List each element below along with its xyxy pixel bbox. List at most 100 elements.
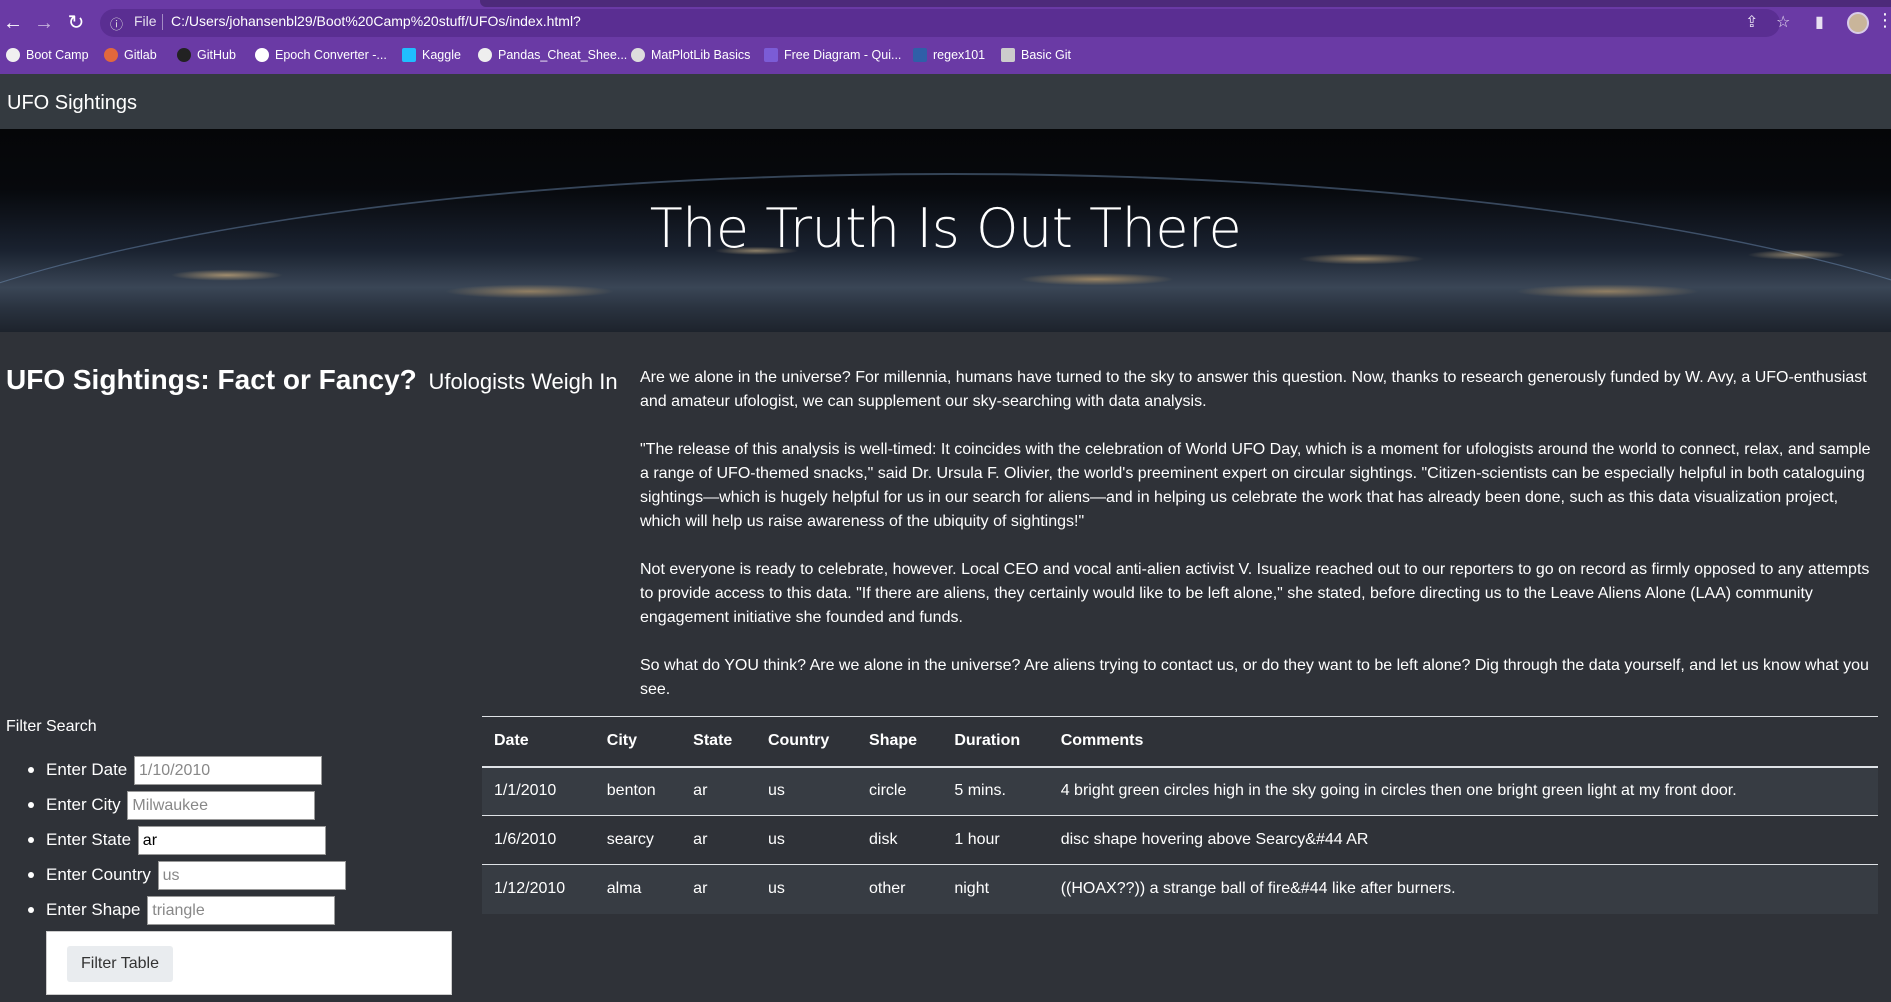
article-paragraph: Are we alone in the universe? For millen… (640, 369, 1867, 410)
bookmark-label: Boot Camp (26, 48, 89, 62)
ufo-table: Date City State Country Shape Duration C… (482, 716, 1878, 914)
navbar-brand[interactable]: UFO Sightings (7, 92, 137, 115)
table-cell: ((HOAX??)) a strange ball of fire&#44 li… (1060, 880, 1456, 898)
table-cell: ar (681, 766, 756, 816)
table-header-row: Date City State Country Shape Duration C… (482, 716, 1878, 768)
side-panel-icon[interactable]: ▮ (1815, 12, 1824, 32)
profile-avatar[interactable] (1847, 12, 1869, 34)
filter-list: Enter Date Enter City Enter State Enter … (26, 755, 346, 930)
headline-main: UFO Sightings: Fact or Fancy? (6, 364, 417, 395)
bookmark-gitlab[interactable]: Gitlab (104, 44, 157, 66)
bookmark-label: MatPlotLib Basics (651, 48, 751, 62)
bookmarks-bar: Boot Camp Gitlab GitHub Epoch Converter … (0, 44, 1891, 66)
filter-table-button[interactable]: Filter Table (67, 946, 173, 982)
bookmark-pandas[interactable]: Pandas_Cheat_Shee... (478, 44, 627, 66)
column-header[interactable]: State (681, 716, 756, 768)
bookmark-free-diagram[interactable]: Free Diagram - Qui... (764, 44, 901, 66)
info-icon[interactable]: ⓘ (110, 14, 123, 33)
table-cell: other (869, 880, 906, 898)
filter-country-label: Enter Country (46, 865, 151, 884)
table-cell: searcy (594, 815, 682, 865)
table-cell: disc shape hovering above Searcy&#44 AR (1048, 815, 1878, 865)
globe-icon (478, 48, 492, 62)
bookmark-label: GitHub (197, 48, 236, 62)
filter-shape-label: Enter Shape (46, 900, 141, 919)
table-cell: 5 mins. (942, 766, 1049, 816)
tab-strip (480, 0, 1891, 7)
table-cell: us (755, 766, 858, 816)
bookmark-regex101[interactable]: regex101 (913, 44, 985, 66)
diagram-icon (764, 48, 778, 62)
url-text[interactable]: C:/Users/johansenbl29/Boot%20Camp%20stuf… (171, 13, 581, 29)
shape-input[interactable] (147, 896, 336, 926)
article-paragraph: "The release of this analysis is well-ti… (640, 441, 1871, 530)
country-input[interactable] (157, 861, 346, 891)
globe-icon (631, 48, 645, 62)
article-headline: UFO Sightings: Fact or Fancy? Ufologists… (6, 364, 618, 396)
table-cell: ar (681, 815, 756, 865)
forward-icon[interactable]: → (31, 10, 57, 36)
table-cell: ar (693, 880, 708, 898)
git-icon (1001, 48, 1015, 62)
table-row: 1/1/2010 benton ar us circle 5 mins. 4 b… (482, 766, 1878, 816)
table-cell: circle (857, 766, 943, 816)
table-cell: 1/1/2010 (482, 766, 595, 816)
back-icon[interactable]: ← (0, 10, 26, 36)
column-header[interactable]: Comments (1048, 716, 1878, 768)
table-cell: 4 bright green circles high in the sky g… (1048, 766, 1878, 816)
bookmark-basic-git[interactable]: Basic Git (1001, 44, 1071, 66)
reload-icon[interactable]: ↻ (63, 10, 89, 36)
column-header[interactable]: Shape (857, 716, 943, 768)
filter-date-item: Enter Date (26, 755, 346, 790)
city-input[interactable] (127, 791, 316, 821)
gitlab-icon (104, 48, 118, 62)
table-cell: alma (606, 880, 642, 898)
menu-icon[interactable]: ⋮ (1876, 10, 1891, 31)
table-cell: disk (857, 815, 943, 865)
date-input[interactable] (134, 756, 322, 786)
star-icon[interactable]: ☆ (1776, 12, 1790, 32)
filter-shape-item: Enter Shape (26, 895, 346, 930)
filter-date-label: Enter Date (46, 760, 128, 779)
filter-state-item: Enter State (26, 825, 346, 860)
clock-icon (255, 48, 269, 62)
site-navbar: UFO Sightings (0, 74, 1891, 129)
filter-country-item: Enter Country (26, 860, 346, 895)
table-cell: 1 hour (942, 815, 1049, 865)
filter-state-label: Enter State (46, 830, 132, 849)
article-paragraph: Not everyone is ready to celebrate, howe… (640, 561, 1870, 626)
bookmark-epoch-converter[interactable]: Epoch Converter -... (255, 44, 387, 66)
bookmark-label: Epoch Converter -... (275, 48, 387, 62)
filter-button-container: Filter Table (46, 931, 452, 995)
table-cell: 1/6/2010 (482, 815, 595, 865)
bookmark-favicon-icon (6, 48, 20, 62)
bookmark-boot-camp[interactable]: Boot Camp (6, 44, 89, 66)
share-icon[interactable]: ⇪ (1745, 12, 1758, 32)
column-header[interactable]: Duration (942, 716, 1049, 768)
table-cell: benton (594, 766, 682, 816)
kaggle-icon (402, 48, 416, 62)
column-header[interactable]: Country (755, 716, 858, 768)
hero-banner: The Truth Is Out There (0, 129, 1891, 332)
table-cell: night (954, 880, 990, 898)
article-body: Are we alone in the universe? For millen… (640, 366, 1880, 726)
bookmark-label: Kaggle (422, 48, 461, 62)
hero-title: The Truth Is Out There (649, 197, 1242, 260)
filter-city-item: Enter City (26, 790, 346, 825)
state-input[interactable] (137, 826, 326, 856)
bookmark-label: Pandas_Cheat_Shee... (498, 48, 628, 62)
bookmark-label: Basic Git (1021, 48, 1072, 62)
table-row: 1/12/2010 alma ar us other night ((HOAX?… (482, 864, 1878, 914)
column-header[interactable]: City (594, 716, 682, 768)
file-label: File (134, 13, 157, 29)
address-separator (162, 14, 163, 30)
bookmark-kaggle[interactable]: Kaggle (402, 44, 461, 66)
browser-chrome: ← → ↻ ⓘ File C:/Users/johansenbl29/Boot%… (0, 0, 1891, 74)
table-cell: 1/12/2010 (494, 880, 566, 898)
column-header[interactable]: Date (482, 716, 595, 768)
bookmark-matplotlib[interactable]: MatPlotLib Basics (631, 44, 750, 66)
bookmark-github[interactable]: GitHub (177, 44, 236, 66)
github-icon (177, 48, 191, 62)
filter-title: Filter Search (6, 718, 97, 735)
bookmark-label: regex101 (933, 48, 986, 62)
